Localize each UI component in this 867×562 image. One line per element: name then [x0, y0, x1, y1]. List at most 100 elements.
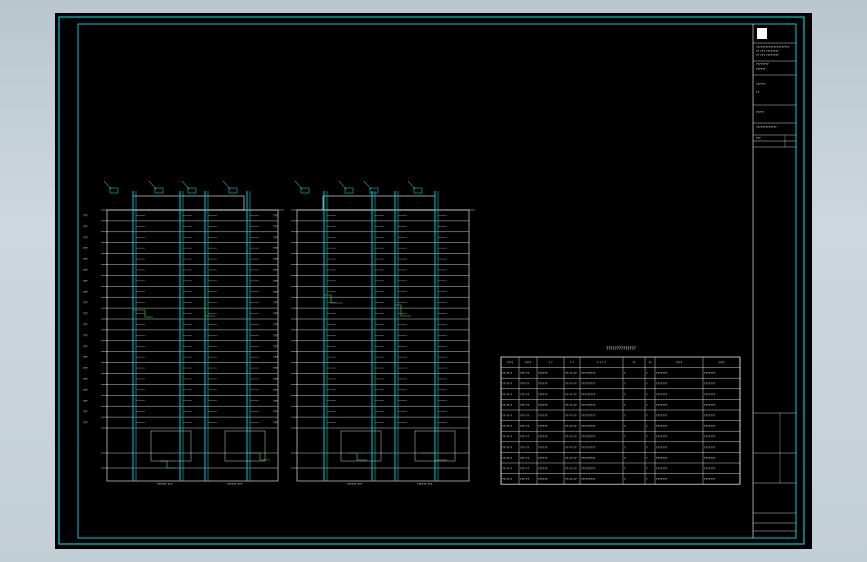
table-cell: ??-??-??	[565, 445, 577, 449]
floor-label: ???	[273, 355, 278, 359]
title-block-line: ?????	[756, 110, 764, 114]
table-cell: ??????	[538, 371, 548, 375]
floor-label: ???	[273, 290, 278, 294]
table-cell: ???????	[704, 445, 716, 449]
drawing-viewport[interactable]: ??????????????????????? ??? ?????????? ?…	[55, 13, 812, 549]
floor-label: ???	[273, 214, 278, 218]
sheet-outer-border	[58, 16, 805, 545]
table-cell: ?	[624, 467, 626, 471]
floor-label: ???	[273, 246, 278, 250]
floor-label: ???	[273, 421, 278, 425]
table-cell: ?	[646, 456, 648, 460]
table-cell: ??-??-??	[565, 467, 577, 471]
floor-label: ???	[273, 377, 278, 381]
base-label: ?????? ???	[227, 482, 243, 486]
floor-label: ???	[273, 235, 278, 239]
table-cell: ??????	[538, 403, 548, 407]
equipment-table: ????????? ?? ?? ? ? ????????? ??????-??-?…	[500, 356, 741, 485]
table-cell: ?????????	[581, 414, 596, 418]
floor-label: ???	[83, 279, 88, 283]
floor-label: ???	[83, 224, 88, 228]
floor-label: ???	[83, 214, 88, 218]
floor-label: ???	[83, 257, 88, 261]
floor-label: ???	[83, 235, 88, 239]
table-cell: ??????	[538, 414, 548, 418]
table-cell: ??????	[538, 477, 548, 481]
table-cell: ???????	[704, 392, 716, 396]
table-cell: ?	[624, 456, 626, 460]
table-cell: ?????????	[581, 456, 596, 460]
floor-label: ???	[83, 312, 88, 316]
table-cell: ???-??	[520, 382, 529, 386]
floor-label: ???	[273, 333, 278, 337]
table-cell: ?	[624, 477, 626, 481]
floor-label: ???	[83, 410, 88, 414]
table-cell: ???-??	[520, 445, 529, 449]
table-cell: ?	[624, 435, 626, 439]
table-cell: ???-??	[520, 392, 529, 396]
table-cell: ???-??	[520, 371, 529, 375]
floor-label: ???	[273, 301, 278, 305]
table-cell: ?	[646, 477, 648, 481]
table-cell: ???????	[656, 392, 668, 396]
table-cell: ???????	[656, 456, 668, 460]
floor-label: ???	[273, 257, 278, 261]
right-building-elevation: ????????????????????????????????????????…	[273, 180, 475, 486]
base-label: ?????? ???	[157, 482, 173, 486]
table-cell: ???????	[704, 424, 716, 428]
table-cell: ??-??-?	[502, 467, 513, 471]
table-cell: ?	[624, 414, 626, 418]
title-block: ????????????????????? ?? ??? ?????????? ?…	[752, 24, 796, 538]
table-cell: ???????	[704, 456, 716, 460]
table-cell: ??????	[538, 435, 548, 439]
table-cell: ?????????	[581, 371, 596, 375]
table-cell: ??-??-??	[565, 371, 577, 375]
table-cell: ?	[646, 414, 648, 418]
floor-label: ???	[83, 377, 88, 381]
table-title: ??????????????	[606, 346, 636, 351]
floor-label: ???	[273, 279, 278, 283]
table-cell: ???????	[656, 403, 668, 407]
floor-label: ???	[83, 323, 88, 327]
table-cell: ??????	[538, 467, 548, 471]
table-cell: ?	[646, 467, 648, 471]
table-cell: ???????	[656, 435, 668, 439]
table-cell: ???-??	[520, 424, 529, 428]
table-cell: ???????	[656, 371, 668, 375]
table-cell: ???-??	[520, 467, 529, 471]
table-cell: ?	[646, 382, 648, 386]
table-cell: ?	[646, 392, 648, 396]
table-cell: ?????????	[581, 477, 596, 481]
table-cell: ?	[624, 424, 626, 428]
table-header-cell: ? ? ? ?	[597, 361, 607, 365]
floor-label: ???	[273, 399, 278, 403]
table-cell: ?	[646, 371, 648, 375]
table-cell: ???????	[704, 403, 716, 407]
table-header-cell: ????	[525, 361, 532, 365]
floor-label: ???	[273, 268, 278, 272]
table-cell: ???-??	[520, 403, 529, 407]
title-block-line: ?? ??? ????????	[756, 53, 779, 57]
floor-label: ???	[83, 268, 88, 272]
table-header-cell: ????	[507, 361, 514, 365]
table-cell: ??-??-??	[565, 477, 577, 481]
table-cell: ??-??-?	[502, 435, 513, 439]
table-cell: ??-??-??	[565, 435, 577, 439]
title-block-line: ??	[756, 90, 760, 94]
table-cell: ?	[624, 445, 626, 449]
left-building-elevation: ????????????????????????????????????????…	[83, 180, 284, 486]
table-cell: ?	[624, 392, 626, 396]
table-cell: ?	[646, 435, 648, 439]
table-cell: ?????????	[581, 424, 596, 428]
floor-label: ???	[83, 333, 88, 337]
table-cell: ??-??-?	[502, 392, 513, 396]
table-cell: ??-??-?	[502, 414, 513, 418]
table-cell: ??-??-?	[502, 424, 513, 428]
table-cell: ??-??-?	[502, 477, 513, 481]
floor-label: ???	[83, 301, 88, 305]
table-cell: ???????	[704, 371, 716, 375]
table-cell: ???????	[656, 414, 668, 418]
table-cell: ??-??-?	[502, 371, 513, 375]
table-cell: ???-??	[520, 435, 529, 439]
table-cell: ??-??-?	[502, 456, 513, 460]
